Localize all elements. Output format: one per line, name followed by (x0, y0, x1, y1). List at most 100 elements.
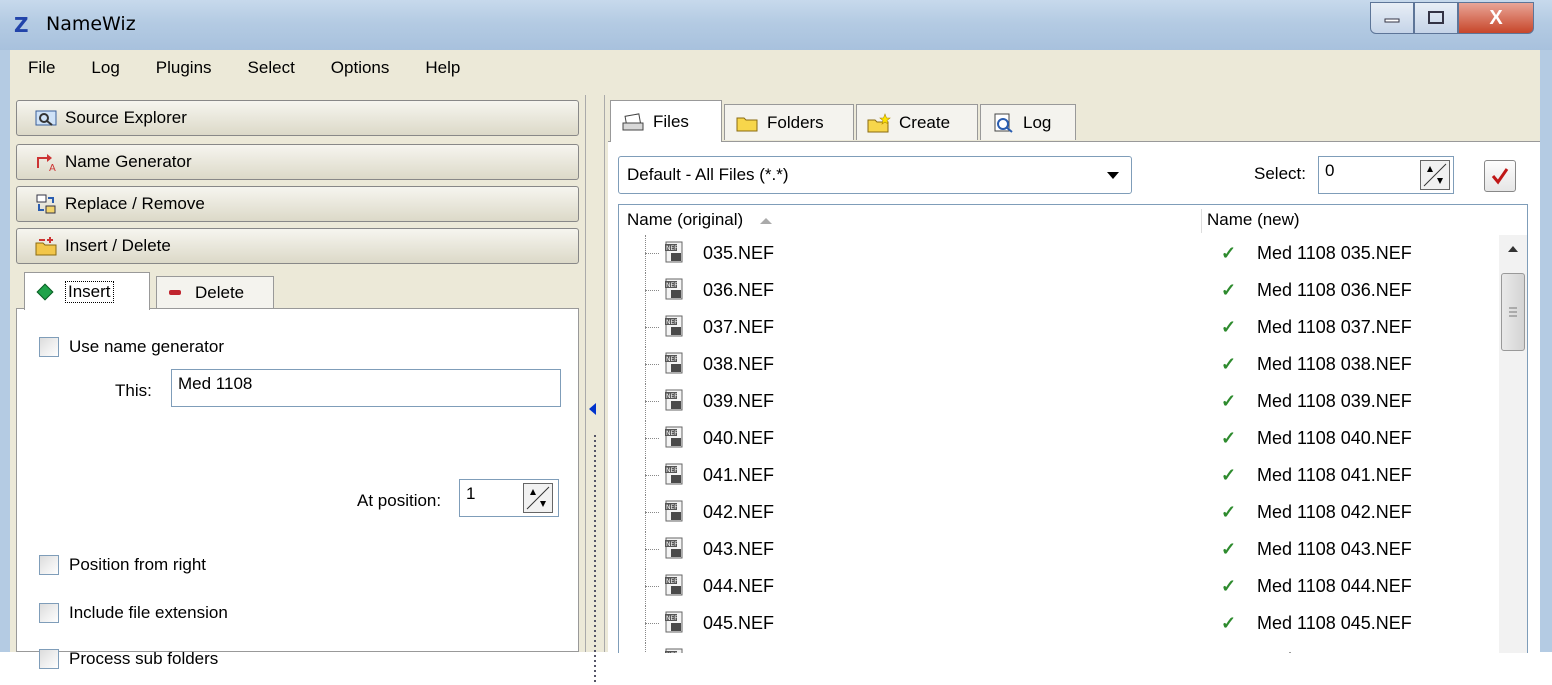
folder-icon (735, 113, 759, 133)
tab-create[interactable]: Create (856, 104, 978, 140)
original-filename: 040.NEF (703, 428, 775, 448)
tree-line (645, 642, 647, 653)
file-row[interactable]: NEF 036.NEF ✓ Med 1108 036.NEF (619, 272, 1499, 308)
file-row[interactable]: NEF 044.NEF ✓ Med 1108 044.NEF (619, 568, 1499, 604)
menu-options[interactable]: Options (313, 58, 408, 88)
menu-plugins[interactable]: Plugins (138, 58, 230, 88)
svg-text:NEF: NEF (666, 282, 678, 289)
maximize-icon (1428, 11, 1444, 24)
tab-folders-label: Folders (767, 112, 824, 132)
menu-help[interactable]: Help (407, 58, 478, 88)
insert-text-input[interactable]: Med 1108 (171, 369, 561, 407)
nef-file-icon: NEF (665, 315, 683, 337)
tab-folders[interactable]: Folders (724, 104, 854, 140)
subtab-insert-label: Insert (65, 280, 114, 303)
nef-file-icon: NEF (665, 426, 683, 448)
position-from-right-checkbox[interactable] (39, 555, 59, 575)
tab-log[interactable]: Log (980, 104, 1076, 140)
collapse-arrow-icon[interactable] (589, 403, 596, 415)
file-row[interactable]: NEF 043.NEF ✓ Med 1108 043.NEF (619, 531, 1499, 567)
name-generator-label: Name Generator (65, 152, 192, 171)
file-row[interactable]: NEF 040.NEF ✓ Med 1108 040.NEF (619, 420, 1499, 456)
menu-file[interactable]: File (10, 58, 73, 88)
create-folder-icon (867, 112, 891, 133)
file-row[interactable]: NEF 038.NEF ✓ Med 1108 038.NEF (619, 346, 1499, 382)
file-list[interactable]: Name (original) Name (new) NEF 035.NEF ✓ Me… (618, 204, 1528, 653)
use-name-generator-checkbox[interactable] (39, 337, 59, 357)
replace-remove-button[interactable]: Replace / Remove (16, 186, 579, 222)
file-row[interactable]: NEF046.NEF✓Med 1108 046.NEF (619, 642, 1499, 653)
select-spinner[interactable] (1420, 160, 1450, 190)
close-icon: X (1489, 6, 1503, 29)
tab-files[interactable]: Files (610, 100, 722, 142)
svg-text:NEF: NEF (666, 615, 678, 622)
tab-log-label: Log (1023, 112, 1052, 132)
nef-file-icon: NEF (665, 574, 683, 596)
original-filename: 041.NEF (703, 465, 775, 485)
svg-text:NEF: NEF (666, 393, 678, 400)
source-explorer-button[interactable]: Source Explorer (16, 100, 579, 136)
nef-file-icon: NEF (665, 500, 683, 522)
file-row[interactable]: NEF 037.NEF ✓ Med 1108 037.NEF (619, 309, 1499, 345)
sort-ascending-icon (759, 218, 772, 224)
subtab-insert[interactable]: Insert (24, 272, 150, 310)
include-file-extension-checkbox[interactable] (39, 603, 59, 623)
original-filename: 042.NEF (703, 502, 775, 522)
original-filename: 037.NEF (703, 317, 775, 337)
svg-text:NEF: NEF (666, 356, 678, 363)
status-check-icon: ✓ (1221, 317, 1237, 337)
name-generator-button[interactable]: A Name Generator (16, 144, 579, 180)
svg-text:NEF: NEF (666, 541, 678, 548)
status-check-icon: ✓ (1221, 280, 1237, 300)
file-row[interactable]: NEF 041.NEF ✓ Med 1108 041.NEF (619, 457, 1499, 493)
new-filename: Med 1108 044.NEF (1257, 576, 1412, 596)
nef-file-icon: NEF (665, 389, 683, 411)
scroll-thumb[interactable] (1501, 273, 1525, 351)
file-row[interactable]: NEF 042.NEF ✓ Med 1108 042.NEF (619, 494, 1499, 530)
svg-text:NEF: NEF (666, 245, 678, 252)
replace-icon (35, 194, 57, 214)
insert-delete-button[interactable]: Insert / Delete (16, 228, 579, 264)
window-frame-left (0, 50, 10, 652)
subtab-delete[interactable]: Delete (156, 276, 274, 308)
dropdown-arrow-icon (1107, 172, 1119, 179)
menu-bar: File Log Plugins Select Options Help (10, 58, 478, 88)
svg-text:NEF: NEF (666, 430, 678, 437)
maximize-button[interactable] (1414, 2, 1458, 34)
original-filename: 039.NEF (703, 391, 775, 411)
files-tab-icon (621, 112, 645, 132)
use-name-generator-label: Use name generator (69, 337, 224, 356)
tree-branch (645, 623, 659, 624)
title-bar[interactable]: Z NameWiz X (0, 0, 1552, 50)
file-row[interactable]: NEF 045.NEF ✓ Med 1108 045.NEF (619, 605, 1499, 641)
column-divider[interactable] (1201, 209, 1202, 233)
file-row[interactable]: NEF 035.NEF ✓ Med 1108 035.NEF (619, 235, 1499, 271)
column-header-original[interactable]: Name (original) (627, 205, 774, 235)
apply-selection-button[interactable] (1484, 160, 1516, 192)
file-filter-dropdown[interactable]: Default - All Files (*.*) (618, 156, 1132, 194)
replace-remove-label: Replace / Remove (65, 194, 205, 213)
tab-create-label: Create (899, 112, 951, 132)
insert-options-panel: Use name generator This: Med 1108 At pos… (16, 308, 579, 669)
client-area: File Log Plugins Select Options Help Sou… (10, 50, 1540, 685)
process-sub-folders-checkbox[interactable] (39, 649, 59, 669)
menu-log[interactable]: Log (73, 58, 137, 88)
minimize-button[interactable] (1370, 2, 1414, 34)
position-spinner[interactable] (523, 483, 553, 513)
close-button[interactable]: X (1458, 2, 1534, 34)
original-filename: 044.NEF (703, 576, 775, 596)
status-check-icon: ✓ (1221, 465, 1237, 485)
vertical-scrollbar[interactable] (1499, 235, 1527, 653)
splitter-grip (594, 435, 596, 685)
tree-branch (645, 364, 659, 365)
new-filename: Med 1108 045.NEF (1257, 613, 1412, 633)
scroll-up-icon[interactable] (1499, 235, 1527, 263)
nef-file-icon: NEF (665, 611, 683, 633)
column-header-new[interactable]: Name (new) (1207, 205, 1300, 235)
insert-delete-label: Insert / Delete (65, 236, 171, 255)
menu-select[interactable]: Select (230, 58, 313, 88)
at-position-label: At position: (357, 491, 442, 510)
file-row[interactable]: NEF 039.NEF ✓ Med 1108 039.NEF (619, 383, 1499, 419)
panel-splitter[interactable] (585, 95, 605, 685)
files-panel: Default - All Files (*.*) Select: 0 Name… (608, 141, 1540, 653)
